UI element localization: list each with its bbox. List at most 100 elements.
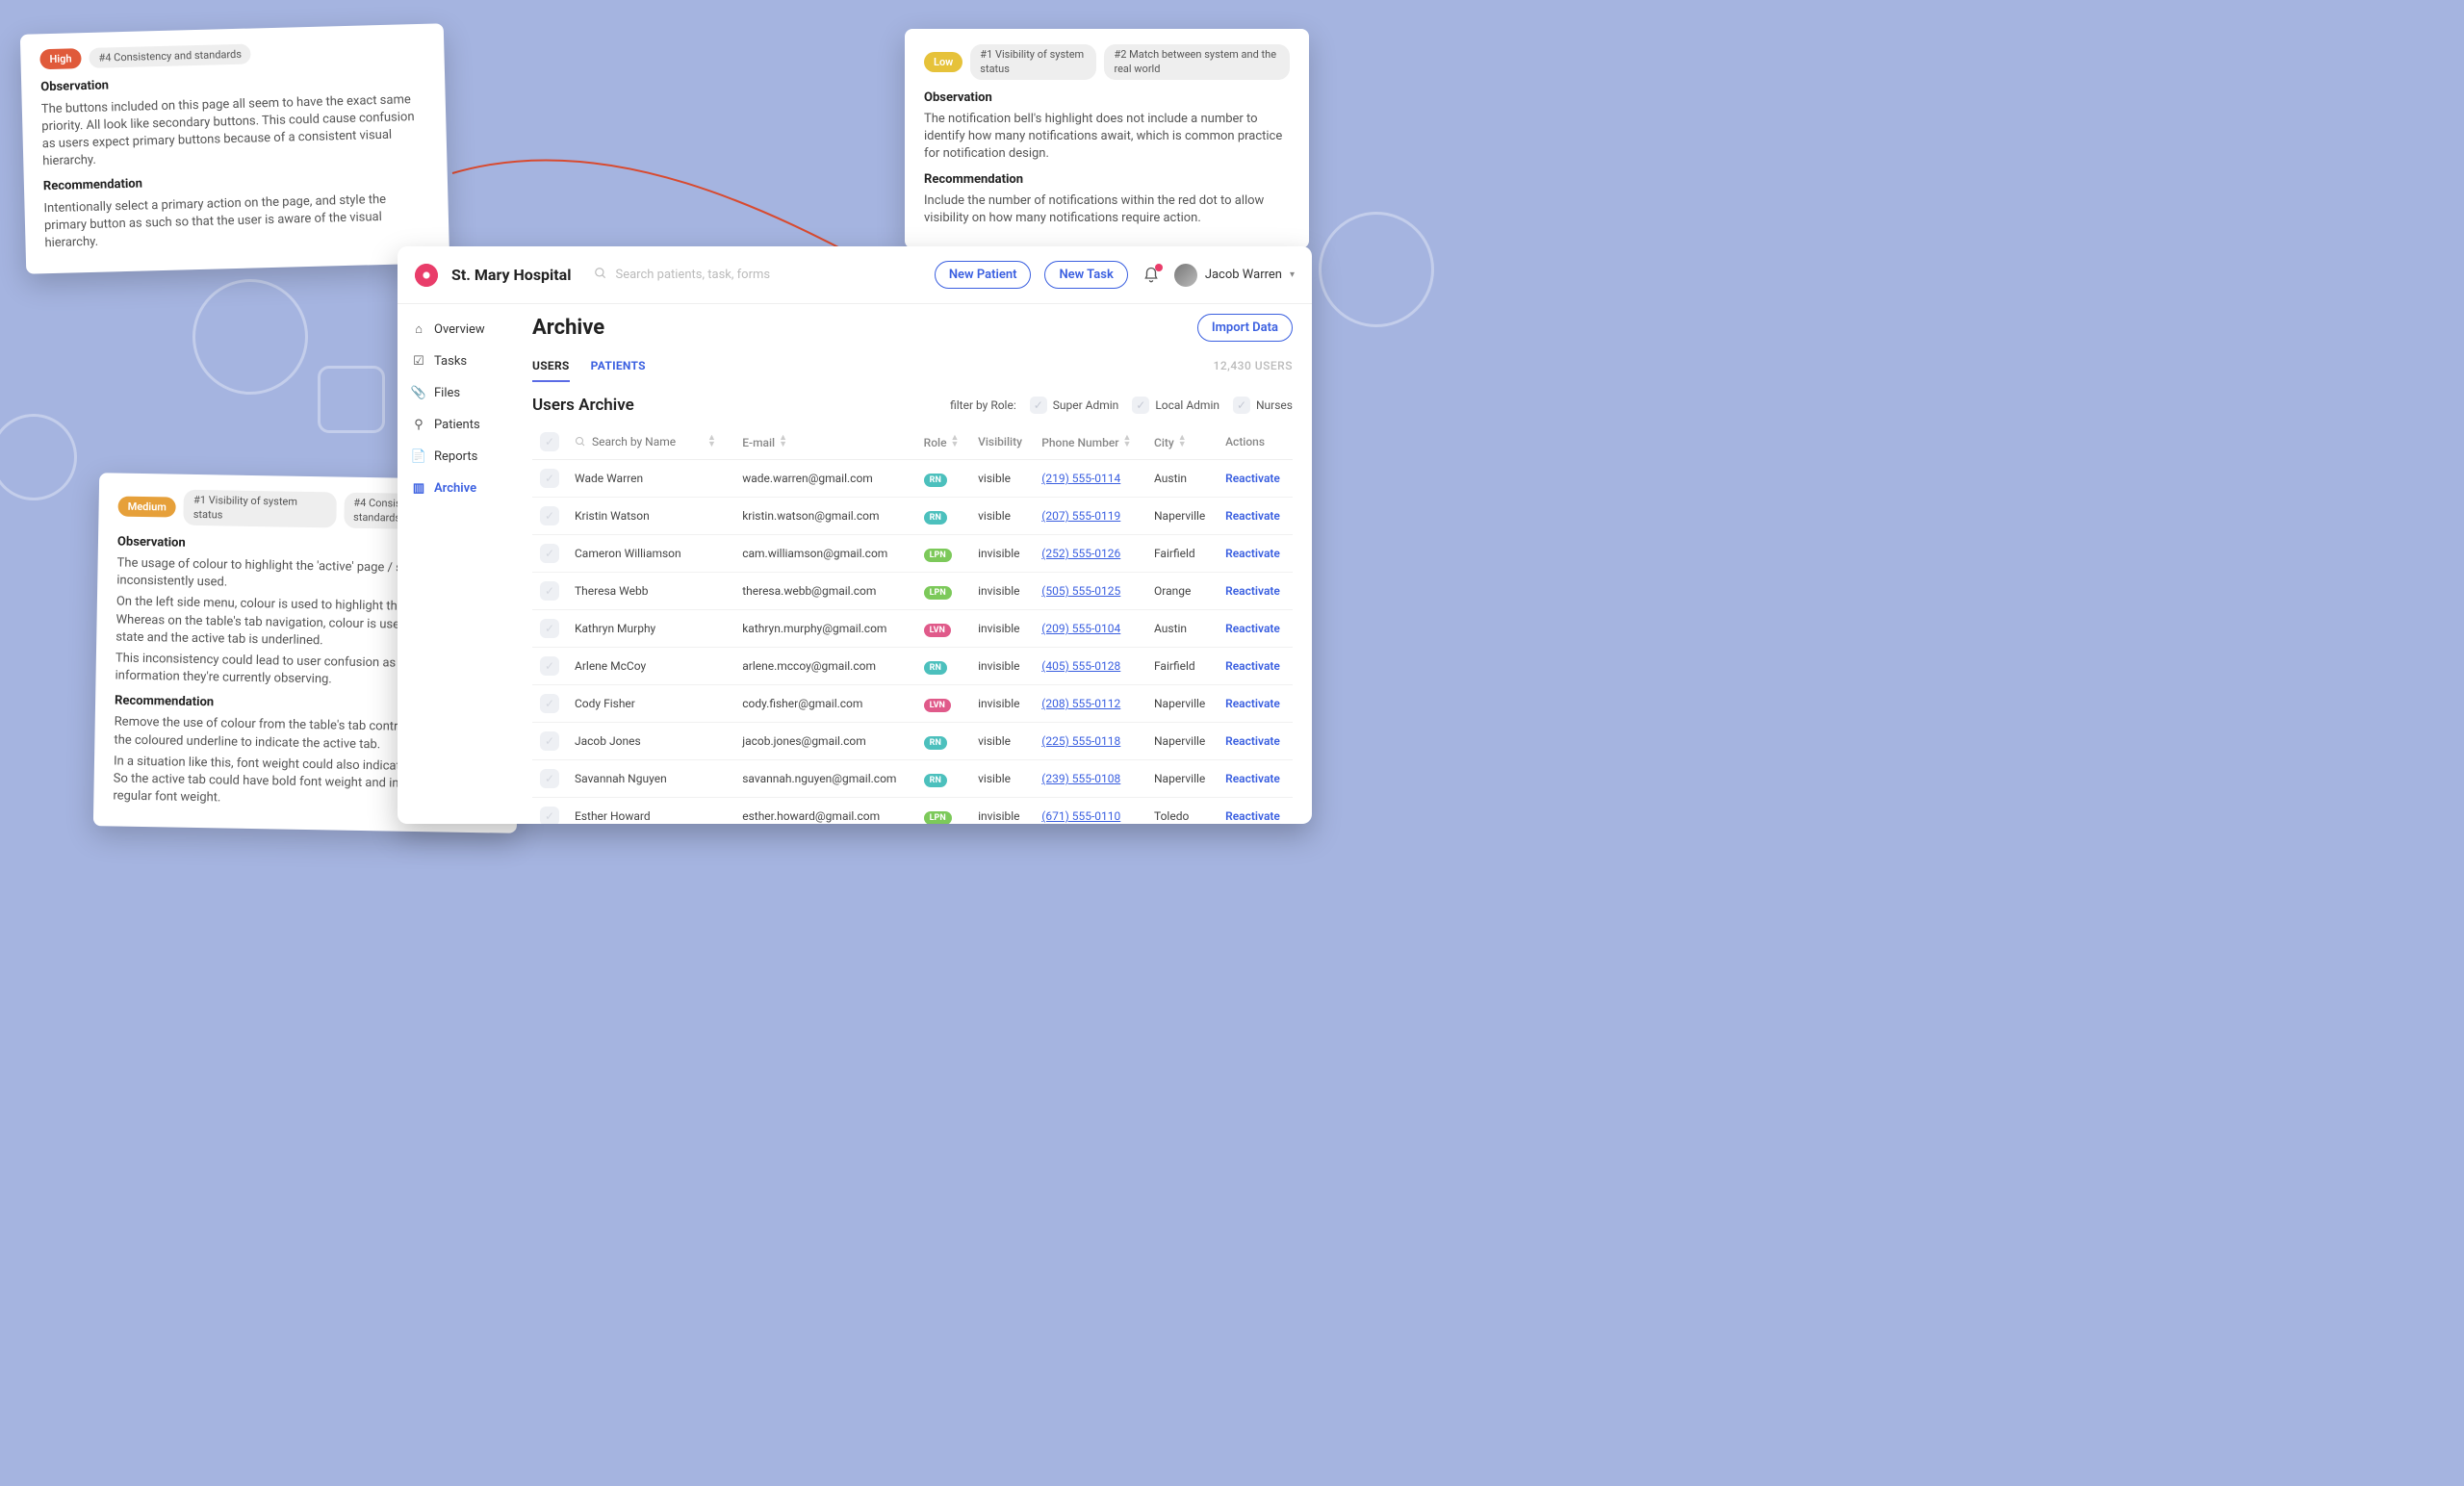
- recommendation-text: Intentionally select a primary action on…: [43, 190, 429, 252]
- table-row: ✓Wade Warrenwade.warren@gmail.comRNvisib…: [532, 460, 1293, 498]
- user-menu[interactable]: Jacob Warren ▾: [1174, 264, 1295, 287]
- filter-nurses[interactable]: ✓Nurses: [1233, 397, 1293, 414]
- cell-visibility: invisible: [970, 798, 1034, 825]
- cell-visibility: visible: [970, 498, 1034, 535]
- chevron-down-icon: ▾: [1290, 269, 1295, 280]
- row-checkbox[interactable]: ✓: [540, 656, 559, 676]
- phone-link[interactable]: (207) 555-0119: [1041, 509, 1120, 523]
- role-badge: RN: [924, 474, 947, 487]
- select-all-checkbox[interactable]: ✓: [540, 432, 559, 451]
- annotation-card-high: High #4 Consistency and standards Observ…: [20, 23, 449, 274]
- cell-email: savannah.nguyen@gmail.com: [734, 760, 915, 798]
- sidebar-item-reports[interactable]: 📄 Reports: [407, 444, 503, 470]
- column-role[interactable]: Role: [924, 436, 947, 449]
- recommendation-text: Include the number of notifications with…: [924, 192, 1290, 227]
- user-name: Jacob Warren: [1205, 268, 1282, 282]
- row-checkbox[interactable]: ✓: [540, 731, 559, 751]
- sort-icon[interactable]: ▲▼: [1178, 435, 1187, 448]
- phone-link[interactable]: (405) 555-0128: [1041, 659, 1120, 673]
- nav-icon: ▥: [411, 481, 426, 496]
- reactivate-button[interactable]: Reactivate: [1225, 584, 1280, 598]
- row-checkbox[interactable]: ✓: [540, 581, 559, 601]
- cell-name: Cameron Williamson: [567, 535, 734, 573]
- reactivate-button[interactable]: Reactivate: [1225, 547, 1280, 560]
- sidebar-item-patients[interactable]: ⚲Patients: [407, 412, 503, 438]
- tab-users[interactable]: USERS: [532, 359, 570, 382]
- column-name[interactable]: ▲▼: [575, 435, 727, 448]
- bg-decoration: [192, 279, 308, 395]
- cell-visibility: invisible: [970, 573, 1034, 610]
- new-patient-button[interactable]: New Patient: [935, 261, 1032, 289]
- phone-link[interactable]: (219) 555-0114: [1041, 472, 1120, 485]
- filter-label: filter by Role:: [950, 398, 1016, 412]
- cell-visibility: visible: [970, 760, 1034, 798]
- phone-link[interactable]: (505) 555-0125: [1041, 584, 1120, 598]
- phone-link[interactable]: (208) 555-0112: [1041, 697, 1120, 710]
- phone-link[interactable]: (252) 555-0126: [1041, 547, 1120, 560]
- sidebar-item-files[interactable]: 📎Files: [407, 380, 503, 406]
- reactivate-button[interactable]: Reactivate: [1225, 772, 1280, 785]
- role-badge: LVN: [924, 699, 951, 712]
- heuristic-tag: #1 Visibility of system status: [970, 44, 1096, 80]
- column-email[interactable]: E-mail: [742, 436, 775, 449]
- sidebar-item-archive[interactable]: ▥ Archive: [407, 475, 503, 501]
- cell-name: Theresa Webb: [567, 573, 734, 610]
- phone-link[interactable]: (209) 555-0104: [1041, 622, 1120, 635]
- tab-patients[interactable]: PATIENTS: [591, 359, 646, 382]
- severity-badge: Medium: [117, 496, 176, 517]
- table-row: ✓Arlene McCoyarlene.mccoy@gmail.comRNinv…: [532, 648, 1293, 685]
- phone-link[interactable]: (239) 555-0108: [1041, 772, 1120, 785]
- cell-visibility: invisible: [970, 610, 1034, 648]
- logo-icon: [415, 264, 438, 287]
- column-city[interactable]: City: [1154, 436, 1174, 449]
- filter-super-admin[interactable]: ✓Super Admin: [1030, 397, 1119, 414]
- nav-icon: 📄: [411, 449, 426, 464]
- filter-local-admin[interactable]: ✓Local Admin: [1132, 397, 1219, 414]
- sort-icon[interactable]: ▲▼: [1123, 435, 1132, 448]
- column-actions: Actions: [1225, 435, 1265, 448]
- column-visibility[interactable]: Visibility: [978, 435, 1022, 448]
- sort-icon[interactable]: ▲▼: [951, 435, 960, 448]
- row-checkbox[interactable]: ✓: [540, 544, 559, 563]
- cell-email: jacob.jones@gmail.com: [734, 723, 915, 760]
- row-checkbox[interactable]: ✓: [540, 807, 559, 824]
- search-by-name-input[interactable]: [592, 435, 698, 448]
- reactivate-button[interactable]: Reactivate: [1225, 809, 1280, 823]
- search-input[interactable]: Search patients, task, forms: [584, 267, 920, 284]
- checkbox-icon: ✓: [1132, 397, 1149, 414]
- recommendation-heading: Recommendation: [924, 171, 1290, 189]
- notification-bell-icon[interactable]: [1142, 266, 1161, 285]
- row-checkbox[interactable]: ✓: [540, 619, 559, 638]
- reactivate-button[interactable]: Reactivate: [1225, 622, 1280, 635]
- cell-name: Savannah Nguyen: [567, 760, 734, 798]
- row-checkbox[interactable]: ✓: [540, 506, 559, 525]
- reactivate-button[interactable]: Reactivate: [1225, 659, 1280, 673]
- cell-city: Naperville: [1146, 685, 1218, 723]
- sidebar-item-tasks[interactable]: ☑Tasks: [407, 348, 503, 374]
- sidebar-item-label: Reports: [434, 449, 477, 464]
- sort-icon[interactable]: ▲▼: [779, 435, 787, 448]
- row-checkbox[interactable]: ✓: [540, 469, 559, 488]
- reactivate-button[interactable]: Reactivate: [1225, 734, 1280, 748]
- sidebar-item-label: Archive: [434, 481, 476, 496]
- reactivate-button[interactable]: Reactivate: [1225, 472, 1280, 485]
- phone-link[interactable]: (671) 555-0110: [1041, 809, 1120, 823]
- import-data-button[interactable]: Import Data: [1197, 314, 1293, 342]
- cell-visibility: invisible: [970, 648, 1034, 685]
- column-phone[interactable]: Phone Number: [1041, 436, 1118, 449]
- role-badge: RN: [924, 661, 947, 675]
- role-badge: RN: [924, 511, 947, 525]
- row-checkbox[interactable]: ✓: [540, 769, 559, 788]
- table-row: ✓Kristin Watsonkristin.watson@gmail.comR…: [532, 498, 1293, 535]
- sidebar-item-overview[interactable]: ⌂Overview: [407, 316, 503, 343]
- bg-decoration: [318, 366, 385, 433]
- reactivate-button[interactable]: Reactivate: [1225, 509, 1280, 523]
- new-task-button[interactable]: New Task: [1044, 261, 1127, 289]
- heuristic-tag: #4 Consistency and standards: [89, 44, 251, 69]
- reactivate-button[interactable]: Reactivate: [1225, 697, 1280, 710]
- severity-badge: Low: [924, 52, 962, 72]
- phone-link[interactable]: (225) 555-0118: [1041, 734, 1120, 748]
- sort-icon[interactable]: ▲▼: [707, 435, 716, 448]
- row-checkbox[interactable]: ✓: [540, 694, 559, 713]
- sidebar-item-label: Files: [434, 386, 460, 400]
